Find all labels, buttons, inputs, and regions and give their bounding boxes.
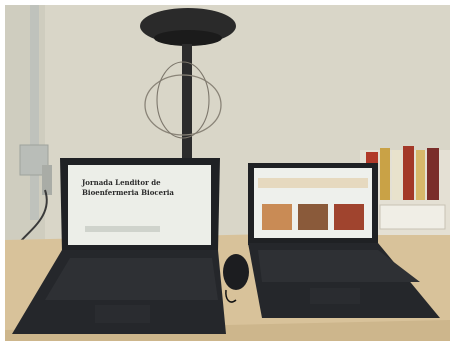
plug xyxy=(42,165,52,195)
thumbnail xyxy=(262,204,292,230)
book xyxy=(380,148,390,200)
thumbnail xyxy=(298,204,328,230)
wall-pipe xyxy=(30,5,39,220)
thumbnail xyxy=(334,204,364,230)
photo-scene xyxy=(0,0,455,346)
book xyxy=(416,150,425,200)
lamp-shade-bottom xyxy=(154,30,222,46)
right-screen-header xyxy=(258,178,368,188)
book xyxy=(392,150,401,200)
book xyxy=(427,148,439,200)
left-laptop-screen xyxy=(68,165,211,245)
left-keyboard xyxy=(45,258,218,300)
left-screen-bar xyxy=(85,226,160,232)
left-touchpad xyxy=(95,305,150,323)
left-screen-heading-line2: Bioenfermeria Bioceria xyxy=(82,188,174,197)
left-screen-heading-line1: Jornada Lenditor de xyxy=(82,178,161,187)
desk-organizer xyxy=(379,204,446,230)
computer-mouse xyxy=(223,254,249,290)
book xyxy=(403,146,414,200)
right-touchpad xyxy=(310,288,360,304)
